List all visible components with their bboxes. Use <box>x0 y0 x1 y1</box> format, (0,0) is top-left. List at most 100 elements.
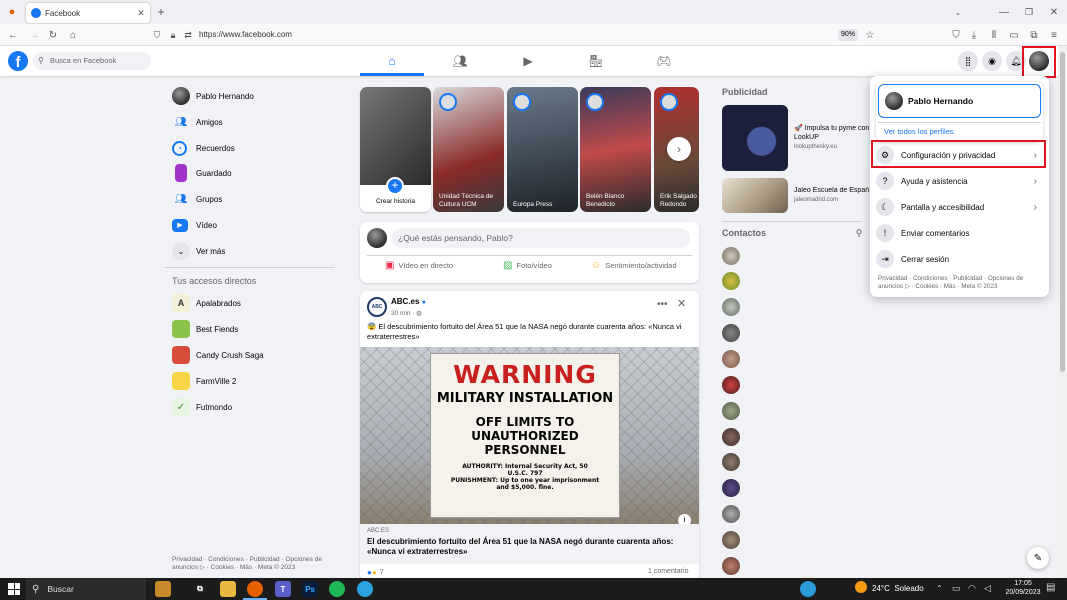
extensions-icon[interactable]: ⧉ <box>1028 28 1040 42</box>
telegram-icon[interactable] <box>357 581 373 597</box>
downloads-icon[interactable]: ⤓ <box>968 28 980 42</box>
sidebar-item-see-more[interactable]: ⌄ Ver más <box>172 240 225 262</box>
notification-center-icon[interactable]: ▤ <box>1046 582 1055 593</box>
story-card[interactable]: Europa Press <box>507 87 578 212</box>
bookmark-star-icon[interactable]: ☆ <box>864 28 876 42</box>
account-avatar-button[interactable] <box>1029 51 1049 71</box>
tab-marketplace[interactable]: 🏪︎ <box>564 46 628 76</box>
contact-avatar[interactable] <box>722 505 740 523</box>
hamburger-menu-icon[interactable]: ≡ <box>1048 28 1060 42</box>
info-icon[interactable]: i <box>678 514 691 524</box>
pocket-icon[interactable]: ⛉ <box>950 28 962 42</box>
contact-avatar[interactable] <box>722 324 740 342</box>
sidebar-icon[interactable]: ▭ <box>1008 28 1020 42</box>
ad-title[interactable]: Jaleo Escuela de Españ <box>794 187 874 194</box>
shortcut-farmville[interactable]: FarmVille 2 <box>172 370 236 392</box>
contact-avatar[interactable] <box>722 247 740 265</box>
sidebar-item-video[interactable]: ▶ Vídeo <box>172 214 217 236</box>
see-all-profiles-link[interactable]: Ver todos los perfiles <box>884 127 954 136</box>
messenger-button[interactable]: ◉ <box>982 51 1002 71</box>
firefox-icon[interactable] <box>247 581 263 597</box>
contact-avatar[interactable] <box>722 298 740 316</box>
link-preview[interactable]: ABC.ES El descubrimiento fortuito del Ár… <box>360 524 699 564</box>
shortcut-futmondo[interactable]: ✓ Futmondo <box>172 396 232 418</box>
new-tab-icon[interactable]: + <box>155 5 167 19</box>
sidebar-item-groups[interactable]: 👥︎ Grupos <box>172 188 223 210</box>
tab-friends[interactable]: 👥︎ <box>428 46 492 76</box>
menu-item-display-accessibility[interactable]: ☾ Pantalla y accesibilidad › <box>876 195 1043 219</box>
contact-avatar[interactable] <box>722 402 740 420</box>
sidebar-item-saved[interactable]: Guardado <box>172 162 232 184</box>
windows-start-icon[interactable] <box>8 583 20 595</box>
contact-avatar[interactable] <box>722 272 740 290</box>
file-explorer-icon[interactable] <box>220 581 236 597</box>
story-create[interactable]: + Crear historia <box>360 87 431 212</box>
contact-avatar[interactable] <box>722 479 740 497</box>
minimize-icon[interactable]: — <box>998 5 1010 19</box>
browser-tab-facebook[interactable]: Facebook ✕ <box>26 3 150 23</box>
url-bar[interactable]: https://www.facebook.com <box>199 30 819 39</box>
contact-avatar[interactable] <box>722 453 740 471</box>
post-image[interactable]: WARNING MILITARY INSTALLATION OFF LIMITS… <box>360 347 699 524</box>
facebook-logo-icon[interactable]: f <box>8 51 28 71</box>
volume-icon[interactable]: ◁ <box>984 583 991 594</box>
tab-watch[interactable]: ▶ <box>496 46 560 76</box>
live-video-button[interactable]: ▣ Vídeo en directo <box>385 260 453 271</box>
tray-app-icon[interactable] <box>800 581 816 597</box>
menu-item-help-support[interactable]: ? Ayuda y asistencia › <box>876 169 1043 193</box>
battery-icon[interactable]: ▭ <box>952 583 961 594</box>
comment-count[interactable]: 1 comentario <box>648 568 688 575</box>
stories-next-button[interactable]: › <box>667 137 691 161</box>
tray-overflow-icon[interactable]: ⌃ <box>936 584 943 593</box>
store-app-icon[interactable] <box>155 581 171 597</box>
contact-avatar[interactable] <box>722 428 740 446</box>
contact-avatar[interactable] <box>722 376 740 394</box>
ad-image[interactable] <box>722 178 788 213</box>
post-options-icon[interactable]: ••• <box>657 299 668 310</box>
close-window-icon[interactable]: ✕ <box>1048 5 1060 19</box>
wifi-icon[interactable]: ◠ <box>968 583 976 594</box>
photo-video-button[interactable]: ▨ Foto/vídeo <box>503 260 552 271</box>
ad-title[interactable]: 🚀 Impulsa tu pyme con LookUP <box>794 124 874 142</box>
reload-icon[interactable]: ↻ <box>47 28 59 42</box>
story-card[interactable]: Belén Blanco Benedicto <box>580 87 651 212</box>
shield-icon[interactable]: ⛉ <box>152 28 162 42</box>
menu-item-give-feedback[interactable]: ! Enviar comentarios <box>876 221 1043 245</box>
search-input[interactable]: ⚲ Busca en Facebook <box>33 52 151 70</box>
clock[interactable]: 17:05 20/09/2023 <box>1005 580 1041 598</box>
tab-gaming[interactable]: 🎮︎ <box>632 46 696 76</box>
sidebar-item-profile[interactable]: Pablo Hernando <box>172 85 254 107</box>
menu-item-settings-privacy[interactable]: ⚙ Configuración y privacidad › <box>876 143 1043 167</box>
spotify-icon[interactable] <box>329 581 345 597</box>
task-view-icon[interactable]: ⧉ <box>192 581 208 597</box>
new-message-button[interactable]: ✎ <box>1027 547 1049 569</box>
firefox-menu-icon[interactable]: ● <box>5 5 19 19</box>
tab-home[interactable]: ⌂ <box>360 46 424 76</box>
permissions-icon[interactable]: ⇄ <box>183 28 193 42</box>
reaction-summary[interactable]: ● ● 7 <box>367 568 384 577</box>
post-author[interactable]: ABC.es ● <box>391 297 426 306</box>
feeling-activity-button[interactable]: ☺ Sentimiento/actividad <box>591 260 677 271</box>
close-post-icon[interactable]: ✕ <box>677 297 686 310</box>
sidebar-item-friends[interactable]: 👥︎ Amigos <box>172 111 223 133</box>
sidebar-item-memories[interactable]: ◔ Recuerdos <box>172 137 235 159</box>
sun-weather-icon[interactable] <box>855 581 867 593</box>
post-time[interactable]: 30 min · ◍ <box>391 309 422 317</box>
list-tabs-icon[interactable]: ⌄ <box>952 5 964 19</box>
menu-item-log-out[interactable]: ⇥ Cerrar sesión <box>876 247 1043 271</box>
shortcut-candy-crush[interactable]: Candy Crush Saga <box>172 344 264 366</box>
shortcut-apalabrados[interactable]: A Apalabrados <box>172 292 241 314</box>
shortcut-best-fiends[interactable]: Best Fiends <box>172 318 238 340</box>
zoom-level[interactable]: 90% <box>838 29 858 41</box>
contact-avatar[interactable] <box>722 350 740 368</box>
close-tab-icon[interactable]: ✕ <box>136 7 146 19</box>
teams-icon[interactable]: T <box>275 581 291 597</box>
menu-grid-button[interactable]: ⣿ <box>958 51 978 71</box>
forward-icon[interactable]: → <box>28 28 40 42</box>
photoshop-icon[interactable]: Ps <box>302 581 318 597</box>
contact-avatar[interactable] <box>722 557 740 575</box>
home-icon[interactable]: ⌂ <box>67 28 79 42</box>
page-scrollbar[interactable] <box>1058 46 1067 578</box>
contact-avatar[interactable] <box>722 531 740 549</box>
restore-icon[interactable]: ❐ <box>1023 5 1035 19</box>
